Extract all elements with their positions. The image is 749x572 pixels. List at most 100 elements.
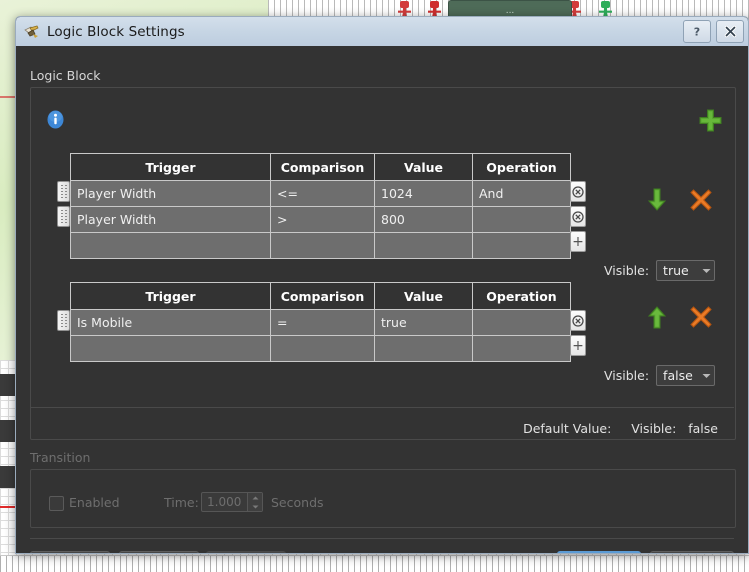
timeline-ruler-bottom	[0, 555, 749, 572]
marker-head	[430, 1, 439, 8]
visible-label: Visible:	[604, 368, 650, 383]
circle-x-icon	[572, 185, 584, 198]
condition-grid-2: Trigger Comparison Value Operation Is Mo…	[70, 282, 571, 362]
condition-table-2: Trigger Comparison Value Operation Is Mo…	[57, 282, 586, 362]
cell-comparison[interactable]	[270, 335, 375, 362]
dialog-title: Logic Block Settings	[47, 23, 185, 40]
remove-row-button[interactable]	[570, 206, 586, 227]
visible-dropdown-2[interactable]: false	[656, 365, 716, 386]
chevron-down-icon	[698, 268, 714, 274]
visible-label: Visible:	[604, 263, 650, 278]
close-button[interactable]	[716, 20, 744, 43]
transition-enabled-checkbox[interactable]	[49, 496, 64, 511]
transition-time-label: Time:	[164, 495, 199, 510]
default-visible-label: Visible:	[631, 421, 677, 436]
cell-comparison[interactable]: <=	[270, 180, 375, 207]
visible-dropdown-value: false	[663, 368, 693, 383]
column-header-comparison: Comparison	[270, 153, 375, 181]
condition-grid-1: Trigger Comparison Value Operation Playe…	[70, 153, 571, 259]
footer-separator	[30, 538, 734, 539]
table-row-empty[interactable]	[70, 335, 571, 362]
circle-x-icon	[572, 210, 584, 223]
column-header-operation: Operation	[472, 153, 571, 181]
table-row-empty[interactable]	[70, 232, 571, 259]
circle-x-icon	[572, 314, 584, 327]
dialog-body: Logic Block Trigger Comparison Value Ope…	[16, 46, 748, 553]
visible-setting-1: Visible: true	[604, 260, 716, 281]
column-header-value: Value	[374, 282, 473, 310]
svg-text:?: ?	[694, 26, 700, 39]
cell-value[interactable]	[374, 335, 473, 362]
table-row[interactable]: Is Mobile = true	[70, 309, 571, 336]
column-header-comparison: Comparison	[270, 282, 375, 310]
remove-block-button[interactable]	[689, 188, 713, 212]
transition-group-label: Transition	[30, 450, 91, 465]
add-row-button[interactable]: +	[570, 335, 586, 356]
column-header-value: Value	[374, 153, 473, 181]
app-logo-icon	[24, 24, 40, 40]
cell-operation[interactable]	[472, 335, 571, 362]
spinner-down-icon[interactable]	[248, 502, 262, 511]
logic-block-settings-dialog: Logic Block Settings ? Logic Block Trigg…	[15, 16, 749, 554]
cell-operation[interactable]	[472, 309, 571, 336]
cell-trigger[interactable]: Player Width	[70, 180, 271, 207]
cell-trigger[interactable]	[70, 232, 271, 259]
ok-button[interactable]: OK	[557, 551, 641, 553]
transition-seconds-label: Seconds	[271, 495, 324, 510]
logic-block-group-label: Logic Block	[30, 68, 101, 83]
plus-glyph-icon: +	[572, 337, 584, 354]
marker-head	[400, 1, 409, 8]
default-value-label: Default Value:	[523, 421, 612, 436]
move-block-down-button[interactable]	[647, 188, 667, 212]
marker-head	[601, 1, 610, 8]
add-logic-block-button[interactable]	[698, 108, 723, 133]
default-value-row: Default Value: Visible: false	[523, 421, 718, 436]
remove-row-button[interactable]	[570, 181, 586, 202]
row-drag-handle[interactable]	[57, 206, 70, 227]
column-header-trigger: Trigger	[70, 282, 271, 310]
table-row[interactable]: Player Width > 800	[70, 206, 571, 233]
table-header-row: Trigger Comparison Value Operation	[70, 282, 571, 310]
cell-trigger[interactable]: Player Width	[70, 206, 271, 233]
row-drag-handle[interactable]	[57, 181, 70, 202]
move-block-up-button[interactable]	[647, 305, 667, 329]
cell-operation[interactable]: And	[472, 180, 571, 207]
transition-time-value: 1.000	[207, 495, 242, 509]
cell-comparison[interactable]	[270, 232, 375, 259]
visible-dropdown-value: true	[663, 263, 689, 278]
transition-time-spinner[interactable]: 1.000	[201, 492, 263, 512]
copy-button[interactable]: Copy	[119, 551, 199, 553]
help-button[interactable]: ?	[683, 20, 711, 43]
delete-button[interactable]: Delete	[30, 551, 110, 553]
spinner-buttons[interactable]	[247, 493, 262, 511]
remove-row-button[interactable]	[570, 310, 586, 331]
cell-value[interactable]	[374, 232, 473, 259]
cell-operation[interactable]	[472, 232, 571, 259]
plus-glyph-icon: +	[572, 233, 584, 250]
timeline-clip-label: ...	[505, 5, 515, 16]
default-value-separator	[30, 407, 734, 408]
remove-block-button[interactable]	[689, 305, 713, 329]
column-header-trigger: Trigger	[70, 153, 271, 181]
cell-trigger[interactable]: Is Mobile	[70, 309, 271, 336]
default-visible-value: false	[688, 421, 718, 436]
cell-value[interactable]: 800	[374, 206, 473, 233]
visible-setting-2: Visible: false	[604, 365, 716, 386]
cell-value[interactable]: true	[374, 309, 473, 336]
cell-operation[interactable]	[472, 206, 571, 233]
table-row[interactable]: Player Width <= 1024 And	[70, 180, 571, 207]
paste-button: Paste	[206, 551, 286, 553]
cell-value[interactable]: 1024	[374, 180, 473, 207]
cell-comparison[interactable]: >	[270, 206, 375, 233]
visible-dropdown-1[interactable]: true	[656, 260, 716, 281]
cancel-button[interactable]: Cancel	[650, 551, 734, 553]
transition-group-box	[30, 469, 736, 528]
cell-comparison[interactable]: =	[270, 309, 375, 336]
chevron-down-icon	[698, 373, 714, 379]
info-icon	[46, 110, 65, 129]
cell-trigger[interactable]	[70, 335, 271, 362]
spinner-up-icon[interactable]	[248, 493, 262, 502]
row-drag-handle[interactable]	[57, 310, 70, 331]
add-row-button[interactable]: +	[570, 231, 586, 252]
dialog-titlebar[interactable]: Logic Block Settings ?	[16, 17, 748, 47]
